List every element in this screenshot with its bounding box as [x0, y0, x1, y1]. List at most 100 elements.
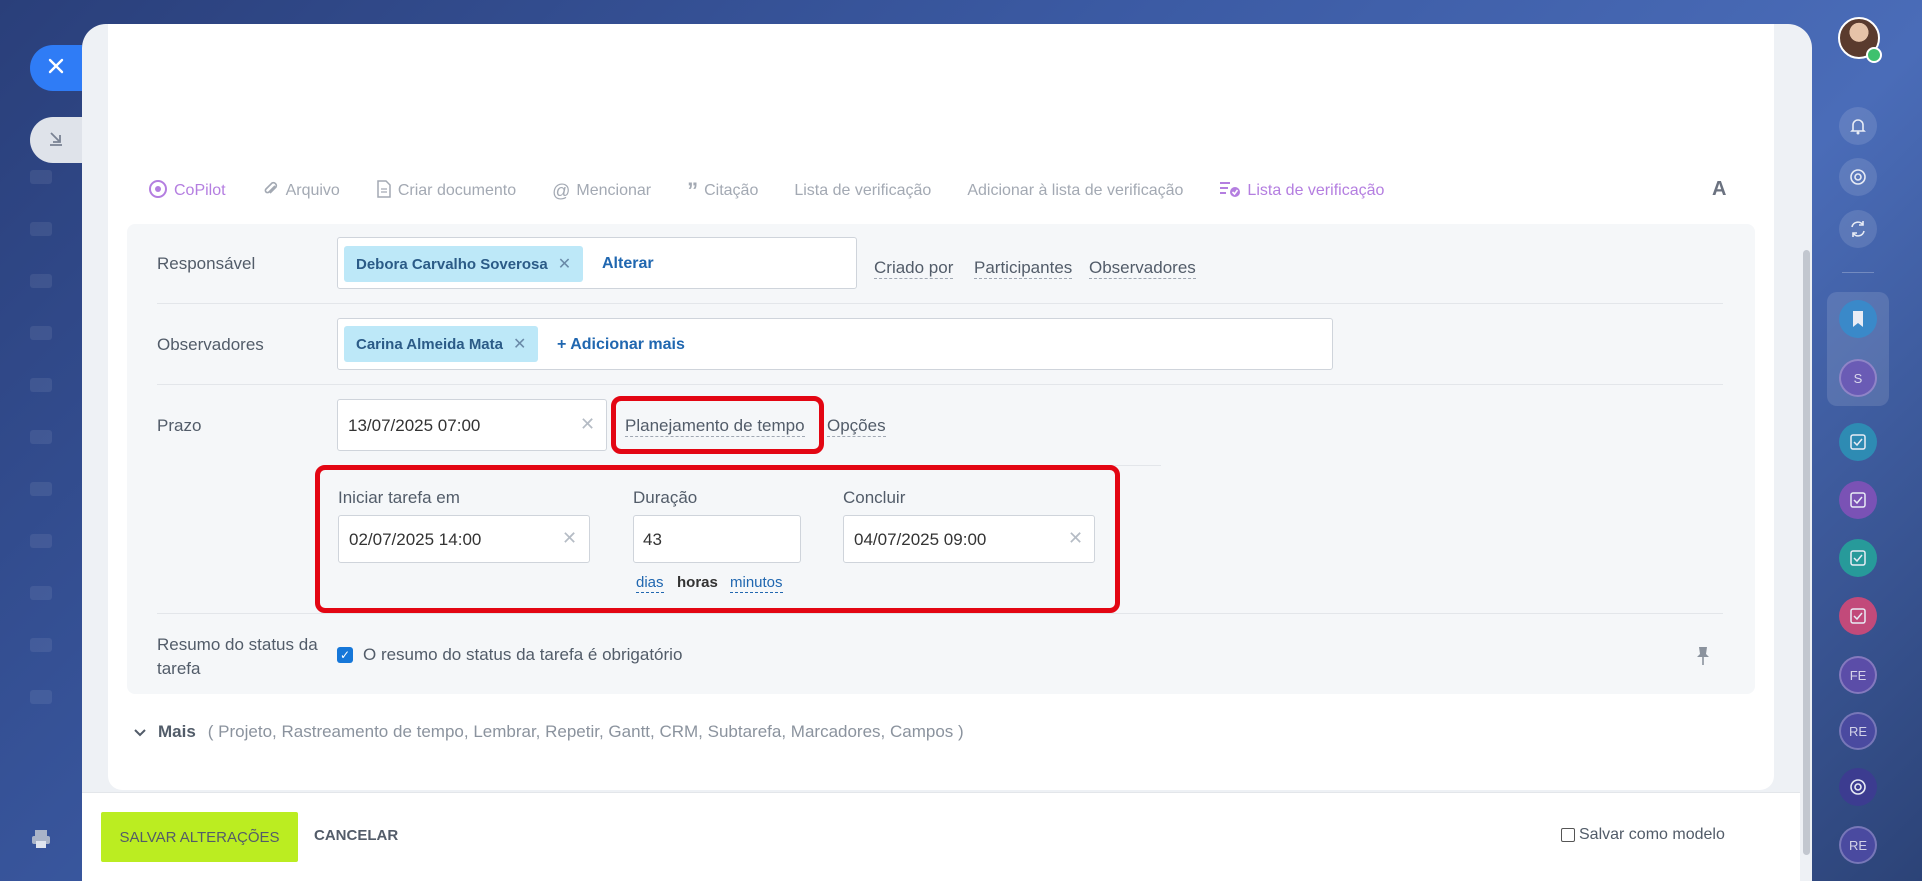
- background-item: [30, 430, 52, 444]
- divider: [157, 384, 1723, 385]
- remove-chip-icon[interactable]: ✕: [513, 334, 526, 354]
- create-document-button[interactable]: Criar documento: [376, 179, 517, 203]
- background-item: [30, 378, 52, 392]
- font-format-button[interactable]: A: [1712, 178, 1726, 201]
- collapse-arrow-icon: [47, 129, 65, 152]
- options-link[interactable]: Opções: [827, 416, 886, 437]
- collapse-slider-button[interactable]: [30, 117, 82, 163]
- at-sign-icon: @: [552, 180, 571, 201]
- responsible-name: Debora Carvalho Soverosa: [356, 255, 548, 273]
- unit-minutes-link[interactable]: minutos: [730, 574, 783, 593]
- chevron-down-icon: [134, 722, 146, 742]
- avatar-s[interactable]: S: [1839, 359, 1877, 397]
- checklist-button[interactable]: Lista de verificação: [794, 182, 931, 200]
- checklist-label: Lista de verificação: [794, 182, 932, 199]
- save-template-label: Salvar como modelo: [1579, 826, 1725, 843]
- save-template-checkbox[interactable]: [1561, 828, 1575, 842]
- document-icon: [376, 179, 392, 203]
- divider: [157, 613, 1723, 614]
- time-planning-link[interactable]: Planejamento de tempo: [625, 416, 805, 437]
- background-item: [30, 690, 52, 704]
- background-item: [30, 586, 52, 600]
- responsible-chip: Debora Carvalho Soverosa ✕: [344, 246, 584, 282]
- more-options-row[interactable]: Mais ( Projeto, Rastreamento de tempo, L…: [134, 722, 964, 742]
- clear-finish-icon[interactable]: ✕: [1068, 528, 1083, 549]
- divider: [157, 303, 1723, 304]
- copilot-label: CoPilot: [174, 182, 226, 199]
- duration-value: 43: [643, 530, 662, 549]
- quote-button[interactable]: ” Citação: [687, 178, 759, 203]
- add-to-checklist-button[interactable]: Adicionar à lista de verificação: [967, 182, 1183, 200]
- status-summary-checkbox-label: O resumo do status da tarefa é obrigatór…: [363, 645, 683, 664]
- deadline-label: Prazo: [157, 416, 202, 435]
- avatar-re[interactable]: RE: [1839, 712, 1877, 750]
- finish-value: 04/07/2025 09:00: [854, 530, 987, 549]
- bell-icon[interactable]: [1839, 107, 1877, 145]
- participants-link[interactable]: Participantes: [974, 258, 1073, 279]
- print-icon[interactable]: [30, 828, 52, 855]
- status-summary-label: Resumo do status da tarefa: [157, 633, 318, 681]
- paperclip-icon: [262, 180, 280, 203]
- mention-label: Mencionar: [576, 182, 652, 199]
- unit-days-link[interactable]: dias: [636, 574, 664, 593]
- task-icon[interactable]: [1839, 423, 1877, 461]
- target-icon[interactable]: [1839, 158, 1877, 196]
- responsible-label: Responsável: [157, 254, 256, 273]
- scrollbar[interactable]: [1803, 250, 1810, 855]
- status-summary-checkbox[interactable]: ✓: [337, 647, 353, 663]
- avatar-re[interactable]: RE: [1839, 826, 1877, 864]
- add-more-observers-link[interactable]: + Adicionar mais: [557, 336, 685, 354]
- remove-chip-icon[interactable]: ✕: [558, 254, 571, 274]
- task-icon[interactable]: [1839, 481, 1877, 519]
- background-item: [30, 482, 52, 496]
- duration-label: Duração: [633, 488, 698, 507]
- observer-chip: Carina Almeida Mata ✕: [344, 326, 539, 362]
- add-to-checklist-label: Adicionar à lista de verificação: [967, 182, 1184, 199]
- finish-label: Concluir: [843, 488, 906, 507]
- background-item: [30, 170, 52, 184]
- cancel-button[interactable]: CANCELAR: [314, 827, 398, 844]
- more-label: Mais: [158, 722, 196, 741]
- background-item: [30, 326, 52, 340]
- save-changes-button[interactable]: SALVAR ALTERAÇÕES: [101, 812, 298, 862]
- quote-icon: ”: [687, 178, 699, 203]
- status-summary-label-line2: tarefa: [157, 659, 201, 678]
- create-document-label: Criar documento: [397, 182, 517, 199]
- attach-file-button[interactable]: Arquivo: [262, 180, 340, 203]
- task-icon[interactable]: [1839, 539, 1877, 577]
- attach-file-label: Arquivo: [285, 182, 340, 199]
- copilot-icon: [148, 179, 168, 204]
- clear-deadline-icon[interactable]: ✕: [580, 414, 595, 435]
- bookmark-icon[interactable]: [1839, 300, 1877, 338]
- left-strip: [0, 0, 82, 881]
- background-item: [30, 638, 52, 652]
- copilot-sidebar-icon[interactable]: [1839, 768, 1877, 806]
- close-slider-button[interactable]: [30, 45, 82, 91]
- checklist-icon: [1219, 180, 1241, 203]
- quote-label: Citação: [704, 182, 759, 199]
- clear-start-icon[interactable]: ✕: [562, 528, 577, 549]
- online-status-icon: [1866, 47, 1882, 63]
- observer-name: Carina Almeida Mata: [356, 335, 503, 353]
- pin-icon[interactable]: [1696, 646, 1710, 671]
- mention-button[interactable]: @ Mencionar: [552, 181, 651, 202]
- start-task-label: Iniciar tarefa em: [338, 488, 460, 507]
- sync-icon[interactable]: [1839, 210, 1877, 248]
- observers-link[interactable]: Observadores: [1089, 258, 1196, 279]
- copilot-button[interactable]: CoPilot: [148, 179, 226, 204]
- background-item: [30, 222, 52, 236]
- change-responsible-link[interactable]: Alterar: [602, 255, 654, 273]
- background-item: [30, 274, 52, 288]
- save-as-template[interactable]: Salvar como modelo: [1561, 826, 1725, 844]
- observers-label: Observadores: [157, 335, 264, 354]
- background-item: [30, 534, 52, 548]
- status-summary-label-line1: Resumo do status da: [157, 635, 318, 654]
- deadline-value: 13/07/2025 07:00: [348, 416, 481, 435]
- created-by-link[interactable]: Criado por: [874, 258, 954, 279]
- checklist-active-button[interactable]: Lista de verificação: [1219, 180, 1384, 203]
- task-properties-panel: [127, 224, 1755, 694]
- unit-hours-active[interactable]: horas: [677, 574, 718, 592]
- avatar-fe[interactable]: FE: [1839, 656, 1877, 694]
- editor-toolbar: CoPilot Arquivo Criar documento @ Mencio…: [148, 178, 1420, 204]
- task-icon[interactable]: [1839, 597, 1877, 635]
